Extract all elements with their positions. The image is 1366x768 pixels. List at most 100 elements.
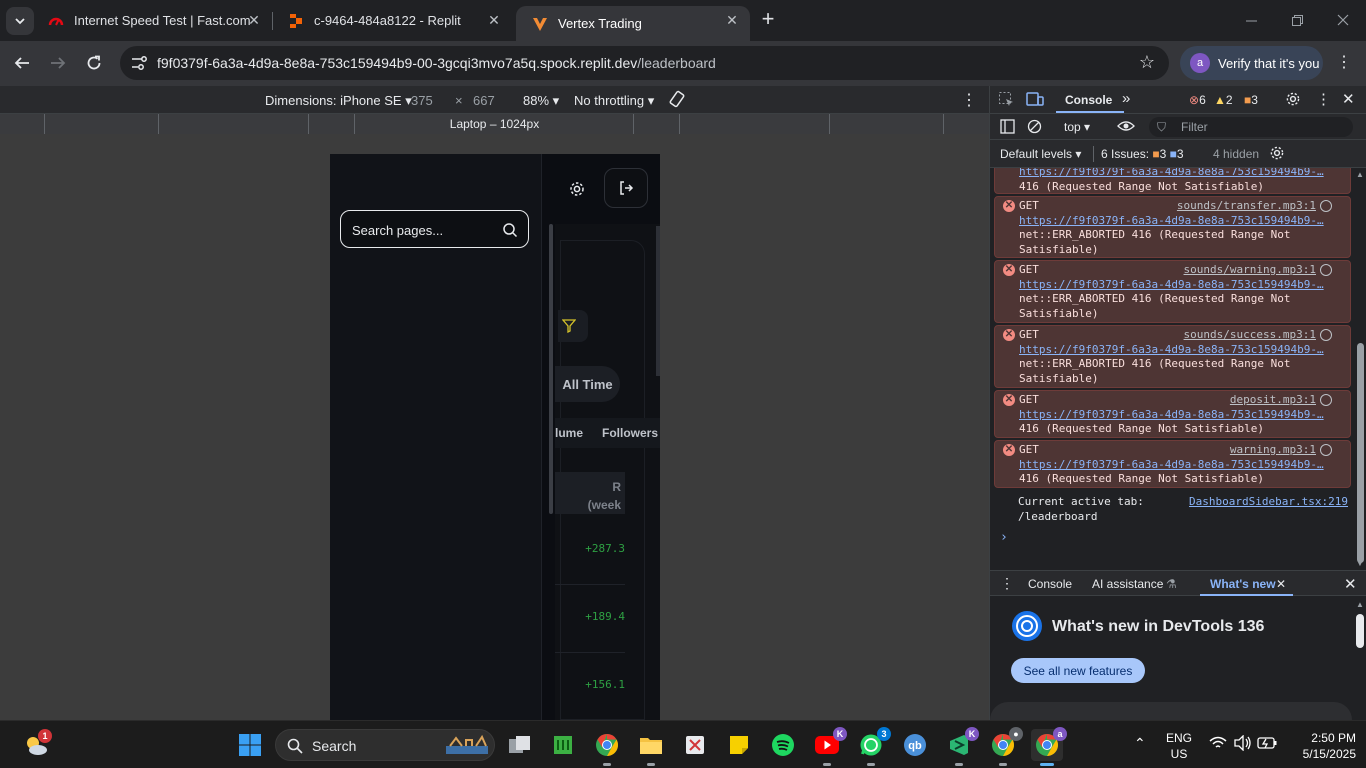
clear-console-icon[interactable]: [1027, 119, 1042, 137]
width-input[interactable]: 375: [411, 93, 433, 108]
youtube-icon[interactable]: K: [811, 727, 847, 766]
more-tabs-icon[interactable]: »: [1122, 90, 1130, 107]
column-returns[interactable]: R (week: [555, 472, 625, 514]
throttling-select[interactable]: No throttling ▾: [574, 93, 654, 109]
filter-button[interactable]: [558, 310, 588, 342]
request-url[interactable]: https://f9f0379f-6a3a-4d9a-8e8a-753c1594…: [1019, 278, 1350, 293]
scroll-thumb[interactable]: [1357, 343, 1364, 563]
eye-icon[interactable]: [1117, 119, 1135, 136]
tab-console[interactable]: Console: [1065, 93, 1112, 107]
forward-button[interactable]: [44, 49, 72, 77]
all-time-filter[interactable]: All Time: [555, 366, 620, 402]
context-select[interactable]: top ▾: [1064, 120, 1090, 134]
height-input[interactable]: 667: [473, 93, 495, 108]
request-url[interactable]: https://f9f0379f-6a3a-4d9a-8e8a-753c1594…: [1019, 343, 1350, 358]
network-icon[interactable]: [1320, 444, 1332, 456]
settings-gear-icon[interactable]: [566, 178, 588, 200]
language-indicator[interactable]: ENG US: [1166, 730, 1192, 762]
minimize-button[interactable]: [1228, 0, 1274, 40]
close-icon[interactable]: ✕: [724, 12, 740, 28]
app-icon-vscode[interactable]: K: [943, 727, 979, 766]
console-error[interactable]: ✕ deposit.mp3:1 GET https://f9f0379f-6a3…: [994, 390, 1351, 438]
show-hidden-icons[interactable]: ⌃: [1134, 735, 1146, 751]
back-button[interactable]: [8, 49, 36, 77]
wifi-icon[interactable]: [1209, 736, 1227, 754]
issues-link[interactable]: 6 Issues: ■3 ■3: [1101, 147, 1184, 161]
zoom-select[interactable]: 88% ▾: [523, 93, 559, 109]
console-settings-icon[interactable]: [1269, 145, 1285, 164]
console-scrollbar[interactable]: ▲ ▼: [1354, 168, 1366, 570]
warning-counter[interactable]: ▲2: [1214, 93, 1233, 107]
new-tab-button[interactable]: +: [756, 8, 780, 32]
maximize-button[interactable]: [1274, 0, 1320, 40]
scroll-down-icon[interactable]: ▼: [1356, 559, 1364, 568]
console-prompt[interactable]: ›: [1000, 530, 1008, 545]
verify-identity-button[interactable]: a Verify that it's you: [1180, 46, 1323, 80]
address-bar[interactable]: f9f0379f-6a3a-4d9a-8e8a-753c159494b9-00-…: [120, 46, 1169, 80]
tab-vertex-trading[interactable]: Vertex Trading ✕: [516, 6, 750, 41]
app-icon-green[interactable]: [547, 729, 579, 761]
console-error[interactable]: https://f9f0379f-6a3a-4d9a-8e8a-753c1594…: [994, 168, 1351, 194]
network-icon[interactable]: [1320, 264, 1332, 276]
tab-replit[interactable]: c-9464-484a8122 - Replit ✕: [272, 0, 512, 41]
chrome-menu-icon[interactable]: ⋮: [1334, 54, 1354, 74]
device-select[interactable]: Dimensions: iPhone SE ▾: [265, 93, 412, 109]
close-icon[interactable]: ✕: [246, 12, 262, 28]
spotify-icon[interactable]: [767, 729, 799, 761]
more-options-icon[interactable]: ⋮: [1316, 90, 1331, 108]
sticky-notes-icon[interactable]: [723, 729, 755, 761]
column-followers[interactable]: Followers: [602, 426, 658, 440]
close-icon[interactable]: ✕: [486, 12, 502, 28]
close-devtools-icon[interactable]: ✕: [1342, 90, 1355, 108]
network-icon[interactable]: [1320, 200, 1332, 212]
battery-icon[interactable]: [1257, 736, 1277, 754]
request-url[interactable]: https://f9f0379f-6a3a-4d9a-8e8a-753c1594…: [1019, 458, 1350, 473]
scroll-up-icon[interactable]: ▲: [1356, 600, 1364, 609]
console-error[interactable]: ✕ warning.mp3:1 GET https://f9f0379f-6a3…: [994, 440, 1351, 488]
network-icon[interactable]: [1320, 394, 1332, 406]
source-link[interactable]: deposit.mp3:1: [1230, 393, 1316, 408]
snipping-tool-icon[interactable]: [679, 729, 711, 761]
network-icon[interactable]: [1320, 329, 1332, 341]
console-error[interactable]: ✕ sounds/success.mp3:1 GET https://f9f03…: [994, 325, 1351, 388]
volume-icon[interactable]: [1234, 734, 1252, 755]
chrome-icon[interactable]: [591, 729, 623, 766]
weather-widget[interactable]: 1: [20, 729, 52, 761]
source-link[interactable]: DashboardSidebar.tsx:219: [1189, 495, 1348, 510]
search-pages-input[interactable]: Search pages...: [340, 210, 529, 248]
drawer-tab-ai-assistance[interactable]: AI assistance: [1092, 577, 1163, 591]
start-button[interactable]: [234, 729, 266, 761]
content-scrollbar[interactable]: [656, 226, 660, 376]
reload-button[interactable]: [80, 49, 108, 77]
source-link[interactable]: sounds/transfer.mp3:1: [1177, 199, 1316, 214]
source-link[interactable]: sounds/warning.mp3:1: [1184, 263, 1316, 278]
chrome-profile-icon[interactable]: ●: [987, 727, 1023, 766]
taskbar-search[interactable]: Search: [275, 729, 495, 761]
tab-search-button[interactable]: [6, 7, 34, 35]
device-toolbar-toggle-icon[interactable]: [1026, 91, 1044, 110]
qbittorrent-icon[interactable]: qb: [899, 729, 931, 761]
rotate-icon[interactable]: [668, 90, 686, 111]
sidebar-scrollbar[interactable]: [549, 224, 553, 514]
whatsapp-icon[interactable]: 3: [855, 727, 891, 766]
drawer-tab-whats-new[interactable]: What's new: [1210, 577, 1276, 591]
inspect-element-icon[interactable]: [998, 91, 1014, 110]
console-error[interactable]: ✕ sounds/warning.mp3:1 GET https://f9f03…: [994, 260, 1351, 323]
source-link[interactable]: warning.mp3:1: [1230, 443, 1316, 458]
sidebar-toggle-icon[interactable]: [1000, 119, 1015, 137]
settings-gear-icon[interactable]: [1285, 91, 1301, 110]
close-window-button[interactable]: [1320, 0, 1366, 40]
log-levels-select[interactable]: Default levels ▾: [1000, 147, 1081, 161]
scroll-up-icon[interactable]: ▲: [1356, 170, 1364, 179]
request-url[interactable]: https://f9f0379f-6a3a-4d9a-8e8a-753c1594…: [1019, 168, 1350, 180]
console-filter-input[interactable]: ⛉ Filter: [1149, 117, 1353, 137]
more-options-icon[interactable]: ⋮: [961, 90, 977, 110]
bookmark-star-icon[interactable]: ☆: [1139, 52, 1155, 73]
drawer-tab-console[interactable]: Console: [1028, 577, 1072, 591]
request-url[interactable]: https://f9f0379f-6a3a-4d9a-8e8a-753c1594…: [1019, 408, 1350, 423]
drawer-menu-icon[interactable]: ⋮: [1000, 575, 1014, 592]
logout-button[interactable]: [604, 168, 648, 208]
console-error[interactable]: ✕ sounds/transfer.mp3:1 GET https://f9f0…: [994, 196, 1351, 258]
source-link[interactable]: sounds/success.mp3:1: [1184, 328, 1316, 343]
close-drawer-icon[interactable]: ✕: [1344, 575, 1357, 593]
